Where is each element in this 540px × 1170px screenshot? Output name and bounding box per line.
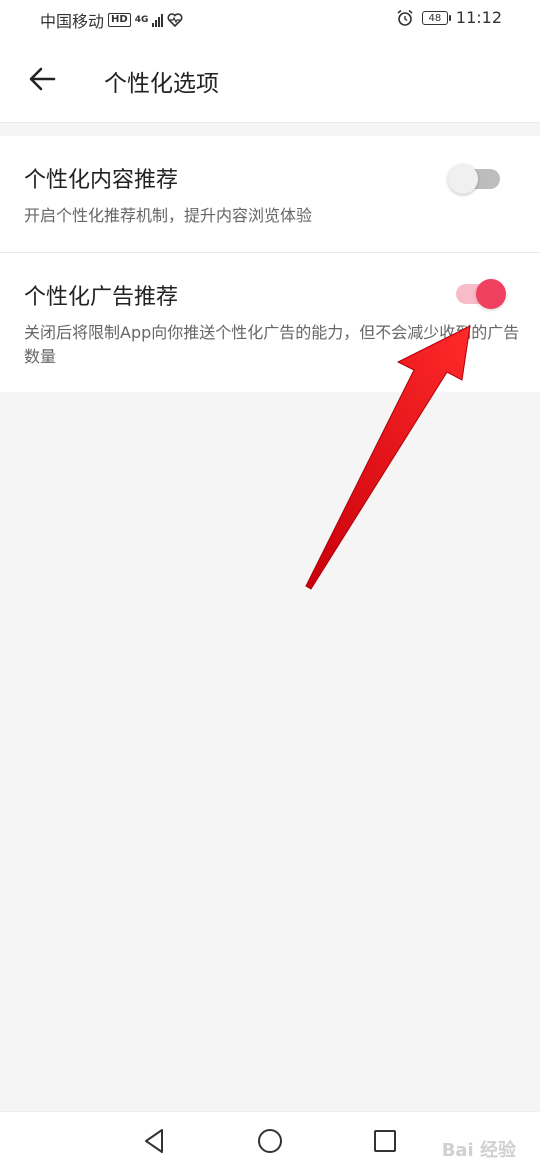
alarm-icon (397, 9, 413, 26)
heart-icon (167, 13, 183, 27)
clock-time: 11:12 (455, 8, 502, 27)
setting-title: 个性化内容推荐 (24, 168, 179, 193)
back-arrow-icon[interactable] (26, 62, 60, 96)
content-recommendation-toggle[interactable] (448, 164, 500, 194)
status-right: 48 11:12 (396, 8, 502, 27)
status-bar: 中国移动 HD 4G 48 11:12 (0, 0, 540, 38)
nav-recent-apps-icon[interactable] (370, 1126, 400, 1156)
battery-icon: 48 (421, 10, 451, 25)
nav-home-icon[interactable] (255, 1126, 285, 1156)
nav-back-icon[interactable] (140, 1126, 170, 1156)
watermark: Bai 经验 (441, 1140, 516, 1161)
setting-row-ad-recommendation[interactable]: 个性化广告推荐 关闭后将限制App向你推送个性化广告的能力，但不会减少收到的广告… (0, 253, 540, 392)
setting-title: 个性化广告推荐 (24, 285, 179, 310)
status-left: 中国移动 HD 4G (40, 8, 183, 32)
toggle-knob (476, 279, 506, 309)
settings-card: 个性化内容推荐 开启个性化推荐机制，提升内容浏览体验 个性化广告推荐 关闭后将限… (0, 136, 540, 392)
signal-icon (152, 13, 164, 27)
navigation-bar: Bai 经验 (0, 1111, 540, 1170)
header: 个性化选项 (0, 38, 540, 123)
ad-recommendation-toggle[interactable] (456, 279, 506, 309)
page-title: 个性化选项 (104, 71, 219, 97)
setting-description: 关闭后将限制App向你推送个性化广告的能力，但不会减少收到的广告数量 (24, 323, 520, 366)
toggle-knob (448, 164, 478, 194)
hd-badge: HD (108, 13, 131, 27)
setting-description: 开启个性化推荐机制，提升内容浏览体验 (24, 206, 313, 225)
network-type: 4G (134, 14, 149, 25)
setting-row-content-recommendation[interactable]: 个性化内容推荐 开启个性化推荐机制，提升内容浏览体验 (0, 136, 540, 253)
carrier-name: 中国移动 (40, 12, 105, 31)
